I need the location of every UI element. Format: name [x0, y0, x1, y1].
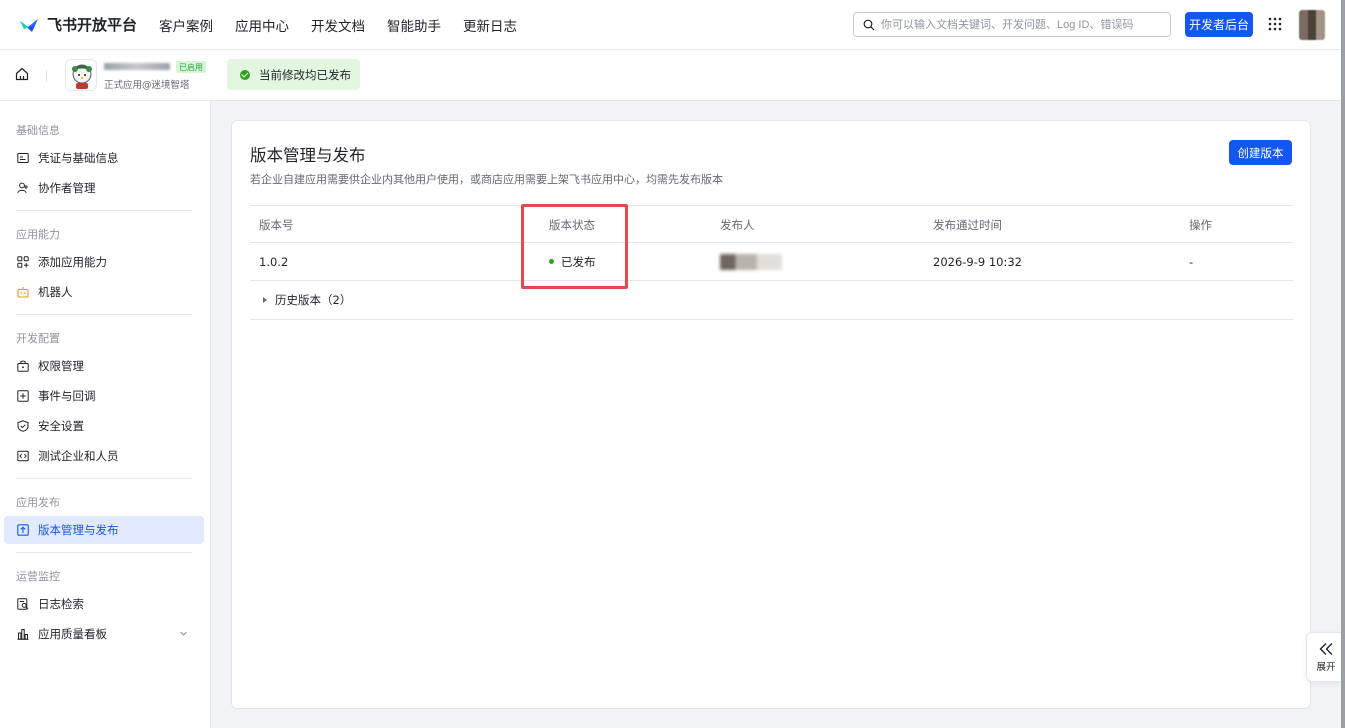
lock-box-icon: [17, 360, 29, 372]
sidebar-item-add-capability[interactable]: 添加应用能力: [4, 248, 204, 276]
version-table: 版本号 版本状态 发布人 发布通过时间 操作 1.0.2 已发布 2026-9-…: [250, 205, 1293, 320]
nav-link-cases[interactable]: 客户案例: [159, 15, 213, 35]
sidebar-item-label: 测试企业和人员: [38, 449, 119, 463]
sidebar-item-test-orgs[interactable]: 测试企业和人员: [4, 442, 204, 470]
version-status: 已发布: [549, 243, 596, 280]
code-box-icon: [17, 450, 29, 462]
sidebar-item-label: 安全设置: [38, 419, 84, 433]
app-subtitle: 正式应用@迷境智塔: [104, 80, 190, 91]
logo-text: 飞书开放平台: [47, 16, 138, 34]
sidebar-group-monitoring: 运营监控: [16, 570, 60, 583]
sidebar-item-label: 应用质量看板: [38, 627, 107, 641]
sidebar-divider: [16, 552, 192, 553]
column-header-publisher: 发布人: [720, 217, 755, 232]
nav-links: 客户案例 应用中心 开发文档 智能助手 更新日志: [159, 15, 539, 35]
create-version-button[interactable]: 创建版本: [1229, 140, 1292, 165]
upload-box-icon: [17, 524, 29, 536]
table-bottom-divider: [250, 319, 1293, 320]
column-header-approved-time: 发布通过时间: [933, 217, 1002, 232]
sidebar-item-credentials[interactable]: 凭证与基础信息: [4, 144, 204, 172]
column-header-version: 版本号: [259, 217, 294, 232]
version-number: 1.0.2: [259, 254, 289, 269]
search-box[interactable]: [853, 12, 1171, 37]
user-add-icon: [17, 182, 28, 194]
nav-link-assistant[interactable]: 智能助手: [387, 15, 441, 35]
sidebar-item-label: 事件与回调: [38, 389, 96, 403]
column-header-status: 版本状态: [549, 217, 595, 232]
sidebar-item-quality-dashboard[interactable]: 应用质量看板: [4, 620, 204, 648]
publisher: [720, 243, 782, 280]
top-navigation: 飞书开放平台 客户案例 应用中心 开发文档 智能助手 更新日志 开发者后台: [0, 0, 1345, 50]
id-card-icon: [17, 153, 29, 163]
user-avatar[interactable]: [1299, 10, 1325, 40]
bar-chart-icon: [17, 629, 29, 640]
status-text: 已发布: [561, 254, 596, 269]
apps-grid-icon[interactable]: [1268, 17, 1282, 31]
sidebar-item-log-search[interactable]: 日志检索: [4, 590, 204, 618]
sidebar-item-collaborators[interactable]: 协作者管理: [4, 174, 204, 202]
history-versions-toggle[interactable]: 历史版本（2）: [250, 281, 1293, 319]
double-chevron-left-icon: [1319, 642, 1333, 655]
expand-label: 展开: [1316, 661, 1336, 673]
sidebar-item-security[interactable]: 安全设置: [4, 412, 204, 440]
sidebar-item-label: 机器人: [38, 285, 73, 299]
status-dot-icon: [549, 259, 554, 264]
search-icon: [863, 19, 875, 30]
sidebar-item-label: 添加应用能力: [38, 255, 107, 269]
app-bar: [0, 50, 1345, 101]
page-description: 若企业自建应用需要供企业内其他用户使用，或商店应用需要上架飞书应用中心，均需先发…: [250, 173, 723, 186]
app-status-badge: 已启用: [176, 61, 206, 73]
home-icon[interactable]: [15, 67, 29, 81]
sidebar-group-basic: 基础信息: [16, 124, 60, 137]
history-versions-label: 历史版本（2）: [275, 293, 352, 307]
table-header-row: 版本号 版本状态 发布人 发布通过时间 操作: [250, 205, 1293, 243]
sidebar-item-label: 日志检索: [38, 597, 84, 611]
sidebar-item-label: 凭证与基础信息: [38, 151, 119, 165]
shield-icon: [17, 420, 29, 432]
sidebar-group-release: 应用发布: [16, 496, 60, 509]
publish-status-text: 当前修改均已发布: [259, 67, 351, 82]
robot-icon: [17, 287, 29, 298]
version-management-card: 版本管理与发布 若企业自建应用需要供企业内其他用户使用，或商店应用需要上架飞书应…: [231, 120, 1311, 709]
chevron-down-icon: [180, 631, 187, 636]
app-avatar[interactable]: [65, 59, 97, 91]
sidebar-divider: [16, 478, 192, 479]
table-row: 1.0.2 已发布 2026-9-9 10:32 -: [250, 243, 1293, 281]
expand-panel-button[interactable]: 展开: [1306, 632, 1345, 682]
sidebar: 基础信息 凭证与基础信息 协作者管理 应用能力 添加应用能力 机器人 开发配置 …: [0, 101, 211, 728]
nav-link-app-center[interactable]: 应用中心: [235, 15, 289, 35]
sidebar-item-label: 权限管理: [38, 359, 84, 373]
sidebar-item-label: 版本管理与发布: [38, 523, 119, 537]
sidebar-item-events[interactable]: 事件与回调: [4, 382, 204, 410]
row-actions: -: [1189, 254, 1194, 269]
app-name-redacted: [104, 63, 170, 70]
log-search-icon: [17, 598, 29, 610]
event-icon: [17, 390, 29, 402]
publisher-redacted: [720, 253, 782, 270]
nav-link-docs[interactable]: 开发文档: [311, 15, 365, 35]
sidebar-item-label: 协作者管理: [38, 181, 96, 195]
sidebar-group-capabilities: 应用能力: [16, 228, 60, 241]
sidebar-item-version-management[interactable]: 版本管理与发布: [4, 516, 204, 544]
app-avatar-image: [72, 64, 92, 89]
grid-add-icon: [17, 256, 29, 268]
appbar-divider: [46, 70, 47, 82]
developer-console-button[interactable]: 开发者后台: [1185, 12, 1253, 37]
logo[interactable]: 飞书开放平台: [18, 0, 137, 50]
nav-link-changelog[interactable]: 更新日志: [463, 15, 517, 35]
search-input[interactable]: [881, 18, 1161, 31]
caret-right-icon: [263, 297, 267, 303]
sidebar-item-permissions[interactable]: 权限管理: [4, 352, 204, 380]
publish-status-banner: 当前修改均已发布: [227, 59, 360, 90]
column-header-actions: 操作: [1189, 217, 1212, 232]
page-title: 版本管理与发布: [250, 146, 366, 165]
window-scrollbar[interactable]: [1341, 0, 1345, 728]
approved-time: 2026-9-9 10:32: [933, 254, 1022, 269]
sidebar-item-robot[interactable]: 机器人: [4, 278, 204, 306]
check-circle-icon: [240, 69, 250, 80]
sidebar-divider: [16, 210, 192, 211]
sidebar-group-dev-config: 开发配置: [16, 332, 60, 345]
feishu-logo-icon: [20, 18, 38, 32]
sidebar-divider: [16, 314, 192, 315]
